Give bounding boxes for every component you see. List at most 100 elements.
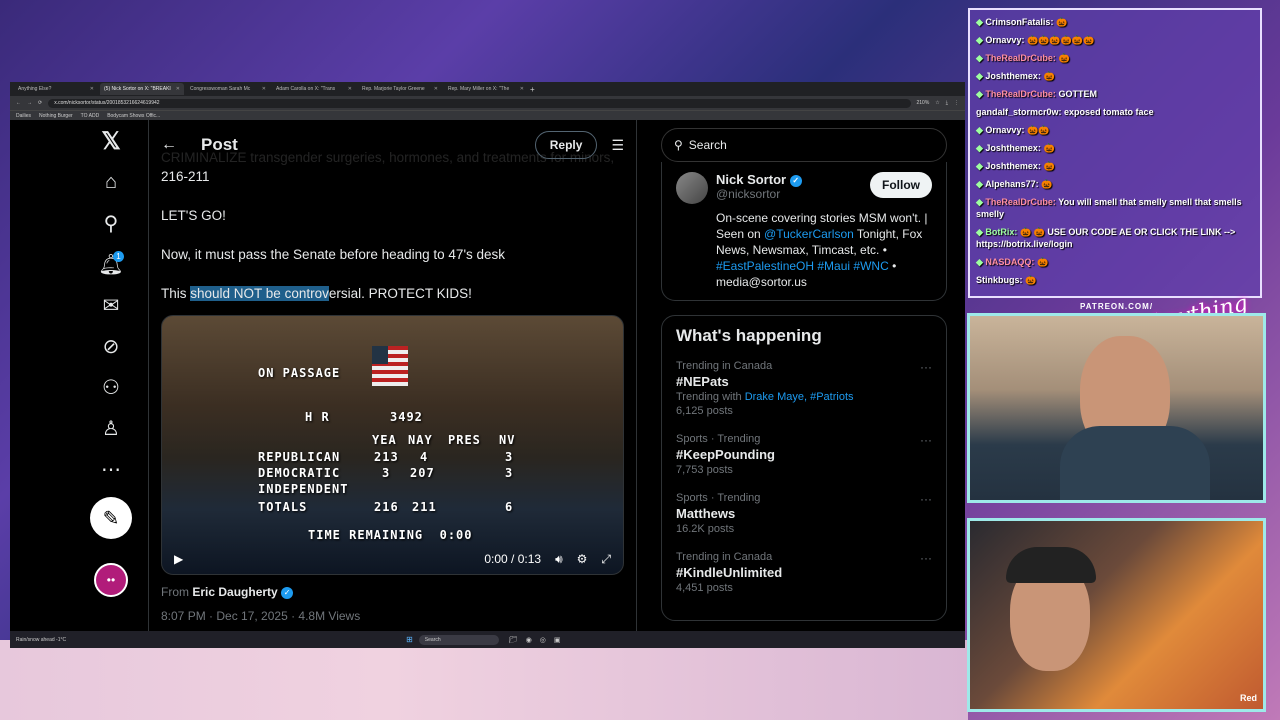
settings-icon[interactable]: ⚙ [577,552,588,566]
chat-username: Alpehans77: [985,179,1039,189]
taskbar-search[interactable]: Search [418,634,499,645]
bio-mention-link[interactable]: @TuckerCarlson [764,227,854,241]
trend-item[interactable]: Trending in Canada #NEPats Trending with… [676,360,932,417]
chat-text: 🎃 [1043,71,1055,81]
source-author-link[interactable]: Eric Daugherty [192,585,277,599]
whats-happening-card: What's happening Trending in Canada #NEP… [661,315,947,621]
download-icon[interactable]: ⤓ [946,100,948,106]
filter-icon[interactable]: ☰ [611,137,624,154]
video-caption: NV [499,433,516,447]
bio-text: • [888,259,897,273]
rec-label: Red [1239,693,1257,703]
close-icon[interactable]: ✕ [520,86,524,92]
browser-tab-active[interactable]: (5) Nick Sortor on X: "BREAKI ✕ [100,83,184,95]
bookmark-item[interactable]: TO ADD [81,113,100,119]
search-icon[interactable]: ⚲ [96,208,126,238]
tab-label: Rep. Marjorie Taylor Greene [362,86,425,92]
browser-tab[interactable]: Adam Carolla on X: "Trans ✕ [272,83,356,95]
bookmark-item[interactable]: Nothing Burger [39,113,73,119]
video-controls: ▶ 0:00 / 0:13 🔊︎ ⚙ ⤢ [162,544,623,574]
compose-post-button[interactable]: ✎ [90,497,132,539]
chat-username: TheRealDrCube: [985,197,1056,207]
account-avatar[interactable]: •• [94,563,128,597]
browser-tab[interactable]: Anything Else? ✕ [14,83,98,95]
grok-icon[interactable]: ⊘ [96,331,126,361]
weather-widget[interactable]: Rain/snow ahead -1°C [16,637,66,643]
video-player[interactable]: ON PASSAGE H R 3492 YEA NAY PRES NV REPU… [161,315,624,575]
trend-related-label: Trending with [676,391,742,403]
more-icon[interactable]: ··· [920,492,932,506]
home-icon[interactable]: ⌂ [96,167,126,197]
trend-posts: 6,125 posts [676,405,733,417]
x-logo-icon[interactable]: 𝕏 [96,126,126,156]
chat-username: gandalf_stormcr0w: [976,107,1062,117]
more-icon[interactable]: ··· [920,433,932,447]
search-input[interactable]: ⚲ Search [661,128,947,162]
avatar[interactable] [676,172,708,204]
chat-username: CrimsonFatalis: [985,17,1054,27]
forward-icon[interactable]: → [27,100,32,106]
close-icon[interactable]: ✕ [348,86,352,92]
zoom-level[interactable]: 210% [917,100,930,106]
browser-tab[interactable]: Rep. Mary Miller on X: "The ✕ [444,83,528,95]
webcam-1 [967,313,1266,503]
back-arrow-icon[interactable]: ← [161,136,191,154]
chrome-icon[interactable]: ◉ [526,636,532,644]
chat-username: Ornavvy: [985,35,1025,45]
url-field[interactable]: x.com/nicksortor/status/2001853216624619… [48,98,911,108]
badge-icon: ◆ [976,125,986,135]
reply-button[interactable]: Reply [534,131,598,159]
chat-message: gandalf_stormcr0w: exposed tomato face [976,106,1254,118]
page-title: Post [201,135,238,154]
text-span: ersial. PROTECT KIDS! [328,286,472,301]
menu-icon[interactable]: ⋮ [954,100,959,106]
close-icon[interactable]: ✕ [176,86,180,92]
volume-icon[interactable]: 🔊︎ [555,552,563,567]
bookmark-item[interactable]: Bodycam Shows Offic... [107,113,160,119]
chat-text: 🎃🎃 [1026,125,1050,135]
trend-context: Sports · Trending [676,492,761,504]
trend-related-links[interactable]: Drake Maye, #Patriots [745,391,854,403]
bookmark-item[interactable]: Dailies [16,113,31,119]
profile-row: Nick Sortor ✓ @nicksortor Follow [676,172,932,204]
notifications-icon[interactable]: 🔔︎ 1 [96,249,126,279]
star-icon[interactable]: ☆ [935,100,939,106]
reload-icon[interactable]: ⟳ [38,100,42,106]
video-caption: 3 [505,466,514,480]
explorer-icon[interactable]: 📁︎ [509,636,518,644]
trend-item[interactable]: Sports · Trending #KeepPounding 7,753 po… [676,433,932,476]
browser-tab[interactable]: Congresswoman Sarah Mc ✕ [186,83,270,95]
windows-start-icon[interactable]: ⊞ [406,635,413,644]
trend-item[interactable]: Trending in Canada #KindleUnlimited 4,45… [676,551,932,594]
more-icon[interactable]: ··· [920,551,932,565]
play-icon[interactable]: ▶ [174,552,183,566]
chat-message: ◆ Joshthemex: 🎃 [976,70,1254,82]
close-icon[interactable]: ✕ [262,86,266,92]
back-icon[interactable]: ← [16,100,21,106]
profile-icon[interactable]: ♙ [96,413,126,443]
fullscreen-icon[interactable]: ⤢ [601,552,611,567]
profile-name[interactable]: Nick Sortor ✓ [716,172,802,187]
badge-icon: ◆ [976,197,986,207]
more-icon[interactable]: ··· [920,360,932,374]
browser-tab[interactable]: Rep. Marjorie Taylor Greene ✕ [358,83,442,95]
messages-icon[interactable]: ✉ [96,290,126,320]
close-icon[interactable]: ✕ [434,86,438,92]
new-tab-icon[interactable]: + [530,85,535,94]
trend-context: Trending in Canada [676,360,773,372]
follow-button[interactable]: Follow [870,172,932,198]
weather-temp: -1°C [56,636,67,643]
trend-item[interactable]: Sports · Trending Matthews 16.2K posts ·… [676,492,932,535]
chat-text: GOTTEM [1058,89,1097,99]
video-caption: 4 [420,450,429,464]
app-icon[interactable]: ▣ [554,636,561,644]
patreon-label: PATREON.COM/ [1080,302,1154,311]
obs-icon[interactable]: ◎ [540,636,546,644]
more-icon[interactable]: ⋯ [96,454,126,484]
bio-hashtag-links[interactable]: #EastPalestineOH #Maui #WNC [716,259,889,273]
close-icon[interactable]: ✕ [90,86,94,92]
webcam-2: Red [967,518,1266,712]
browser-window: Anything Else? ✕ (5) Nick Sortor on X: "B… [10,82,965,648]
communities-icon[interactable]: ⚇ [96,372,126,402]
bookmarks-bar: Dailies Nothing Burger TO ADD Bodycam Sh… [10,110,965,120]
